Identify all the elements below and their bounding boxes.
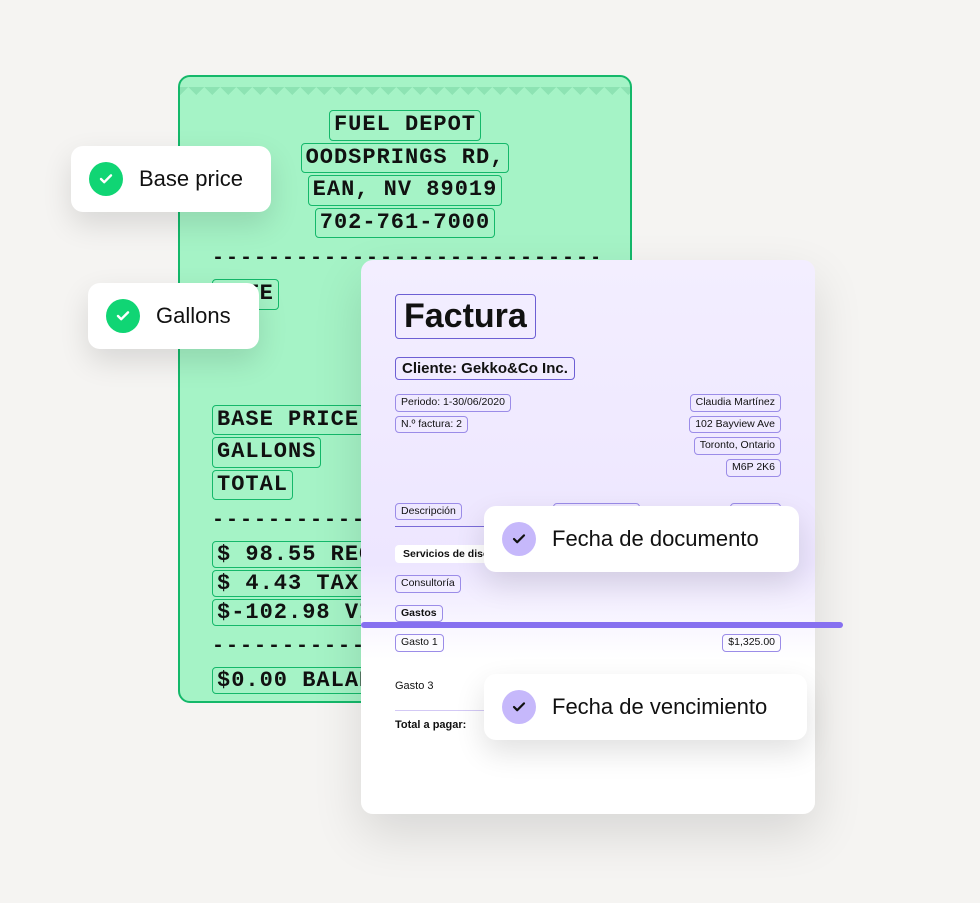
tag-label: Gallons (156, 303, 231, 329)
tag-due-date: Fecha de vencimiento (484, 674, 807, 740)
receipt-merchant: FUEL DEPOT (329, 110, 481, 141)
invoice-title: Factura (395, 294, 536, 339)
receipt-total-label: TOTAL (212, 470, 293, 501)
receipt-phone: 702-761-7000 (315, 208, 495, 239)
receipt-amount-reg: $ 98.55 REG (212, 541, 378, 568)
invoice-client: Cliente: Gekko&Co Inc. (395, 357, 575, 380)
invoice-header-desc: Descripción (395, 503, 462, 521)
check-icon (89, 162, 123, 196)
invoice-row-gasto1: Gasto 1 $1,325.00 (395, 634, 781, 652)
tag-base-price: Base price (71, 146, 271, 212)
receipt-street: OODSPRINGS RD, (301, 143, 510, 174)
check-icon (502, 522, 536, 556)
invoice-contact-street: 102 Bayview Ave (689, 416, 781, 434)
invoice-contact-city: Toronto, Ontario (694, 437, 781, 455)
invoice-row-label: Gasto 3 (395, 680, 434, 692)
invoice-section-expenses: Gastos (395, 605, 443, 623)
invoice-contact-name: Claudia Martínez (690, 394, 781, 412)
tag-label: Base price (139, 166, 243, 192)
invoice-period: Periodo: 1-30/06/2020 (395, 394, 511, 412)
tag-label: Fecha de vencimiento (552, 694, 767, 720)
receipt-amount-tax: $ 4.43 TAX (212, 570, 364, 597)
invoice-contact-postal: M6P 2K6 (726, 459, 781, 477)
check-icon (502, 690, 536, 724)
receipt-city: EAN, NV 89019 (308, 175, 503, 206)
check-icon (106, 299, 140, 333)
invoice-scan-line (361, 622, 843, 628)
invoice-section-consulting: Consultoría (395, 575, 461, 593)
tag-label: Fecha de documento (552, 526, 759, 552)
invoice-row-label: Gasto 1 (395, 634, 444, 652)
tag-gallons: Gallons (88, 283, 259, 349)
invoice-row-value: $1,325.00 (722, 634, 781, 652)
invoice-meta: Periodo: 1-30/06/2020 N.º factura: 2 Cla… (395, 394, 781, 477)
invoice-number: N.º factura: 2 (395, 416, 468, 434)
receipt-base-price-label: BASE PRICE (212, 405, 364, 436)
receipt-gallons-label: GALLONS (212, 437, 321, 468)
tag-document-date: Fecha de documento (484, 506, 799, 572)
